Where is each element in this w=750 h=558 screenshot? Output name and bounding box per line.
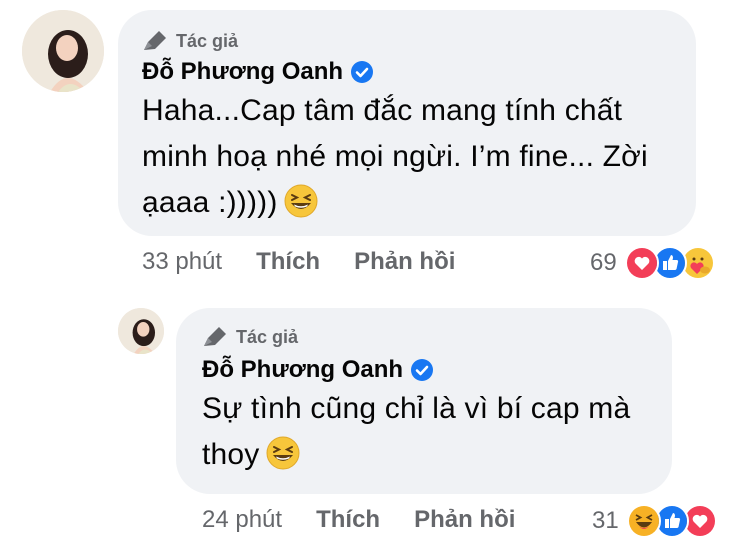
comment-timestamp[interactable]: 24 phút: [202, 506, 282, 534]
reply-action[interactable]: Phản hồi: [354, 248, 455, 276]
author-badge: Tác giả: [142, 30, 238, 52]
comment-text: Haha...Cap tâm đắc mang tính chất minh h…: [142, 88, 682, 226]
comment-line-text: thoy: [202, 438, 260, 471]
reaction-count: 31: [592, 507, 619, 534]
comment-actions: 33 phút Thích Phản hồi: [142, 248, 455, 276]
reply-action[interactable]: Phản hồi: [414, 506, 515, 534]
avatar[interactable]: [118, 308, 164, 354]
pen-icon: [204, 327, 226, 346]
comment-line-text: ạaaa :))))): [142, 186, 278, 219]
comment-timestamp[interactable]: 33 phút: [142, 248, 222, 276]
reaction-summary[interactable]: 31: [592, 504, 717, 538]
verified-badge-icon: [411, 359, 434, 381]
laughing-emoji-icon: [284, 184, 318, 218]
comment-line: Sự tình cũng chỉ là vì bí cap mà: [202, 392, 631, 425]
like-action[interactable]: Thích: [256, 248, 320, 276]
avatar[interactable]: [22, 10, 104, 92]
reaction-count: 69: [590, 249, 617, 276]
like-action[interactable]: Thích: [316, 506, 380, 534]
heart-icon: [624, 246, 659, 280]
comment-line: ạaaa :))))): [142, 180, 682, 226]
comment-actions: 24 phút Thích Phản hồi: [202, 506, 515, 534]
haha-icon: [626, 504, 661, 538]
author-badge-label: Tác giả: [176, 30, 239, 51]
author-badge: Tác giả: [202, 326, 298, 348]
comment-line: minh hoạ nhé mọi ngừi. I’m fine... Zời: [142, 140, 648, 173]
author-name[interactable]: Đỗ Phương Oanh: [142, 58, 343, 86]
pen-icon: [144, 31, 166, 50]
reaction-summary[interactable]: 69: [590, 246, 715, 280]
comment-line: thoy: [202, 432, 662, 478]
author-name[interactable]: Đỗ Phương Oanh: [202, 356, 403, 384]
author-badge-label: Tác giả: [236, 326, 299, 347]
laughing-emoji-icon: [266, 436, 300, 470]
verified-badge-icon: [351, 61, 374, 83]
comment-text: Sự tình cũng chỉ là vì bí cap mà thoy: [202, 386, 662, 478]
comment-line: Haha...Cap tâm đắc mang tính chất: [142, 94, 623, 127]
